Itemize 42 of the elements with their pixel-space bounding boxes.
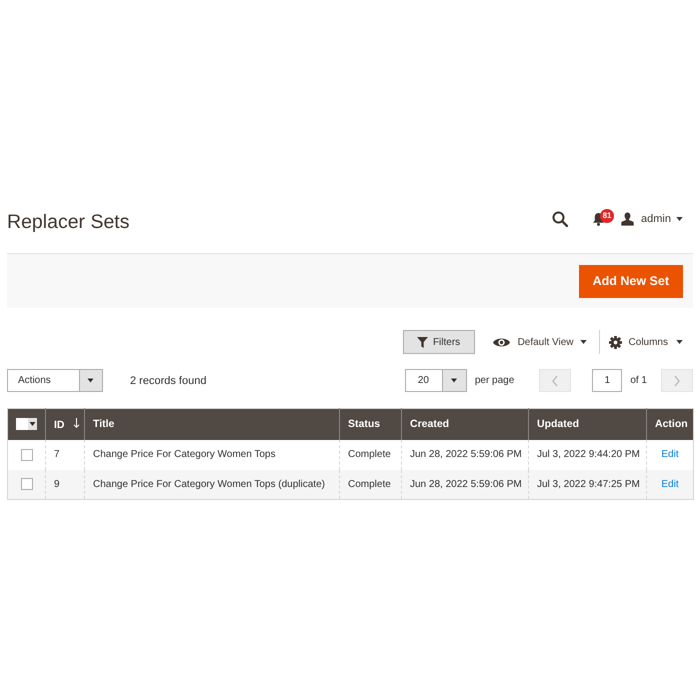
- row-checkbox[interactable]: [20, 448, 32, 460]
- caret-icon: [442, 370, 466, 391]
- caret-icon: [676, 217, 683, 221]
- table-cell: Change Price For Category Women Tops (duplicate): [84, 470, 340, 500]
- records-count: 2 records found: [130, 374, 206, 386]
- notification-badge: 81: [600, 209, 614, 223]
- chevron-left-icon: [550, 374, 560, 386]
- column-header[interactable]: Created: [402, 408, 528, 440]
- filter-icon: [416, 336, 428, 348]
- caret-icon: [580, 340, 587, 344]
- column-header[interactable]: Title: [84, 408, 340, 440]
- gear-icon: [608, 336, 622, 348]
- page-number-field[interactable]: 1: [592, 369, 622, 392]
- column-header[interactable]: Updated: [528, 408, 646, 440]
- columns-button[interactable]: Columns: [608, 336, 683, 348]
- caret-icon: [28, 418, 37, 430]
- user-icon: [621, 212, 634, 226]
- column-header[interactable]: Action: [646, 408, 694, 440]
- table-cell: Complete: [340, 470, 402, 500]
- view-selector[interactable]: Default View: [492, 336, 587, 348]
- page-size-dropdown[interactable]: 20: [404, 369, 467, 392]
- add-new-button[interactable]: Add New Set: [578, 264, 683, 298]
- user-menu[interactable]: admin: [621, 212, 683, 226]
- search-icon[interactable]: [552, 211, 568, 227]
- column-header[interactable]: ID: [46, 408, 84, 440]
- edit-link[interactable]: Edit: [661, 478, 679, 490]
- table-cell: 9: [46, 470, 84, 500]
- caret-icon: [676, 340, 683, 344]
- column-header[interactable]: Status: [340, 408, 402, 440]
- edit-link[interactable]: Edit: [661, 449, 679, 460]
- page-count-label: of 1: [630, 375, 647, 386]
- actions-dropdown[interactable]: Actions: [7, 369, 103, 392]
- select-all-checkbox[interactable]: [16, 418, 28, 430]
- caret-icon: [79, 370, 102, 391]
- eye-icon: [492, 336, 510, 348]
- row-checkbox[interactable]: [20, 478, 32, 490]
- per-page-label: per page: [474, 375, 514, 386]
- chevron-right-icon: [672, 374, 682, 386]
- table-cell: Jun 28, 2022 5:59:06 PM: [402, 470, 528, 500]
- page-title: Replacer Sets: [7, 210, 130, 235]
- filters-button[interactable]: Filters: [402, 330, 475, 354]
- table-cell: Jul 3, 2022 9:47:25 PM: [528, 470, 646, 500]
